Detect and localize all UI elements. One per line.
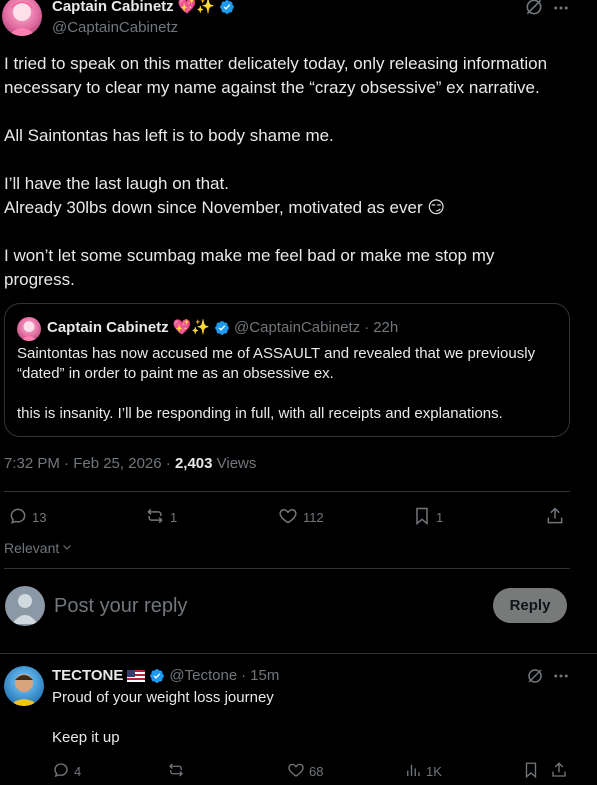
reply-action[interactable]: 13 <box>8 506 46 529</box>
divider <box>0 653 597 654</box>
grok-icon[interactable] <box>524 0 544 17</box>
author-name[interactable]: Captain Cabinetz <box>52 0 174 17</box>
user-avatar[interactable] <box>5 586 45 626</box>
quoted-body-line: “dated” in order to paint me as an obses… <box>17 365 334 382</box>
more-options-icon[interactable] <box>552 0 570 17</box>
sort-dropdown[interactable]: Relevant <box>4 540 73 556</box>
post-body-line <box>4 148 594 172</box>
quoted-body-line <box>17 384 557 404</box>
reply-body-line: Proud of your weight loss journey <box>52 689 274 706</box>
post-body-line <box>4 220 594 244</box>
reply-author-name[interactable]: TECTONE <box>52 666 123 686</box>
verified-badge-icon <box>149 668 165 684</box>
share-icon <box>545 506 565 529</box>
post-body-line: progress. <box>4 270 75 289</box>
reply-like-count: 68 <box>309 764 324 779</box>
post-body-line: I tried to speak on this matter delicate… <box>4 54 548 73</box>
repost-icon <box>166 761 186 782</box>
author-emojis: 💖✨ <box>177 0 216 15</box>
reply-author-handle[interactable]: @Tectone <box>169 666 237 686</box>
reply-body-line <box>52 708 552 728</box>
repost-action[interactable]: 1 <box>144 506 177 529</box>
reply-body: Proud of your weight loss journey Keep i… <box>52 688 552 748</box>
analytics-icon <box>404 761 422 782</box>
reply-icon <box>52 761 70 782</box>
repost-count: 1 <box>170 510 178 525</box>
share-icon <box>550 761 568 782</box>
quoted-body: Saintontas has now accused me of ASSAULT… <box>17 344 557 424</box>
quoted-body-line: Saintontas has now accused me of ASSAULT… <box>17 345 536 362</box>
quoted-author-handle: @CaptainCabinetz <box>234 319 361 336</box>
reply-reply-action[interactable]: 4 <box>52 761 81 782</box>
divider <box>4 568 570 569</box>
heart-icon <box>277 506 299 529</box>
author-avatar[interactable] <box>2 0 42 36</box>
reply-repost-action[interactable] <box>166 761 190 782</box>
like-action[interactable]: 112 <box>277 506 324 529</box>
quoted-author-emojis: 💖✨ <box>172 319 211 336</box>
reply-like-action[interactable]: 68 <box>287 761 323 782</box>
bookmark-icon <box>522 761 540 782</box>
verified-badge-icon <box>219 0 235 15</box>
quoted-time: 22h <box>373 319 399 336</box>
quoted-separator: · <box>364 319 370 336</box>
quoted-author-avatar <box>17 317 41 341</box>
post-body-line: All Saintontas has left is to body shame… <box>4 126 334 145</box>
post-body: I tried to speak on this matter delicate… <box>4 52 594 292</box>
reply-count: 13 <box>32 510 47 525</box>
flag-icon: 🇺🇸 <box>127 670 146 682</box>
author-handle[interactable]: @CaptainCabinetz <box>52 18 178 38</box>
reply-time[interactable]: 15m <box>250 666 279 686</box>
reply-button[interactable]: Reply <box>493 588 567 623</box>
views-label: Views <box>212 455 257 472</box>
reply-views-count: 1K <box>426 764 442 779</box>
bookmark-icon <box>412 506 432 529</box>
verified-badge-icon <box>214 320 230 336</box>
post-body-line: I’ll have the last laugh on that. <box>4 174 229 193</box>
chevron-down-icon <box>61 540 73 556</box>
reply-input[interactable]: Post your reply <box>54 593 474 619</box>
post-body-line: necessary to clear my name against the “… <box>4 78 540 97</box>
heart-icon <box>287 761 305 782</box>
quoted-post[interactable]: Captain Cabinetz 💖✨ @CaptainCabinetz · 2… <box>4 303 570 437</box>
quoted-body-line: this is insanity. I’ll be responding in … <box>17 405 503 422</box>
share-action[interactable] <box>545 506 565 529</box>
like-count: 112 <box>303 510 324 525</box>
sort-label: Relevant <box>4 540 60 556</box>
bookmark-count: 1 <box>436 510 444 525</box>
post-timestamp[interactable]: 7:32 PM · Feb 25, 2026 · <box>4 455 175 472</box>
reply-views-action[interactable]: 1K <box>404 761 442 782</box>
divider <box>4 491 570 492</box>
reply-author-avatar[interactable] <box>4 666 44 706</box>
repost-icon <box>144 506 166 529</box>
reply-reply-count: 4 <box>74 764 82 779</box>
grok-icon[interactable] <box>526 667 544 685</box>
reply-icon <box>8 506 28 529</box>
reply-separator: · <box>241 667 247 684</box>
bookmark-action[interactable]: 1 <box>412 506 443 529</box>
post-body-line: I won’t let some scumbag make me feel ba… <box>4 246 495 265</box>
quoted-author-name: Captain Cabinetz <box>47 319 169 336</box>
post-body-line: Already 30lbs down since November, motiv… <box>4 198 446 217</box>
reply-bookmark-action[interactable] <box>522 761 540 782</box>
more-options-icon[interactable] <box>552 667 570 685</box>
reply-body-line: Keep it up <box>52 729 120 746</box>
post-body-line <box>4 100 594 124</box>
reply-share-action[interactable] <box>550 761 568 782</box>
views-count: 2,403 <box>174 455 213 472</box>
